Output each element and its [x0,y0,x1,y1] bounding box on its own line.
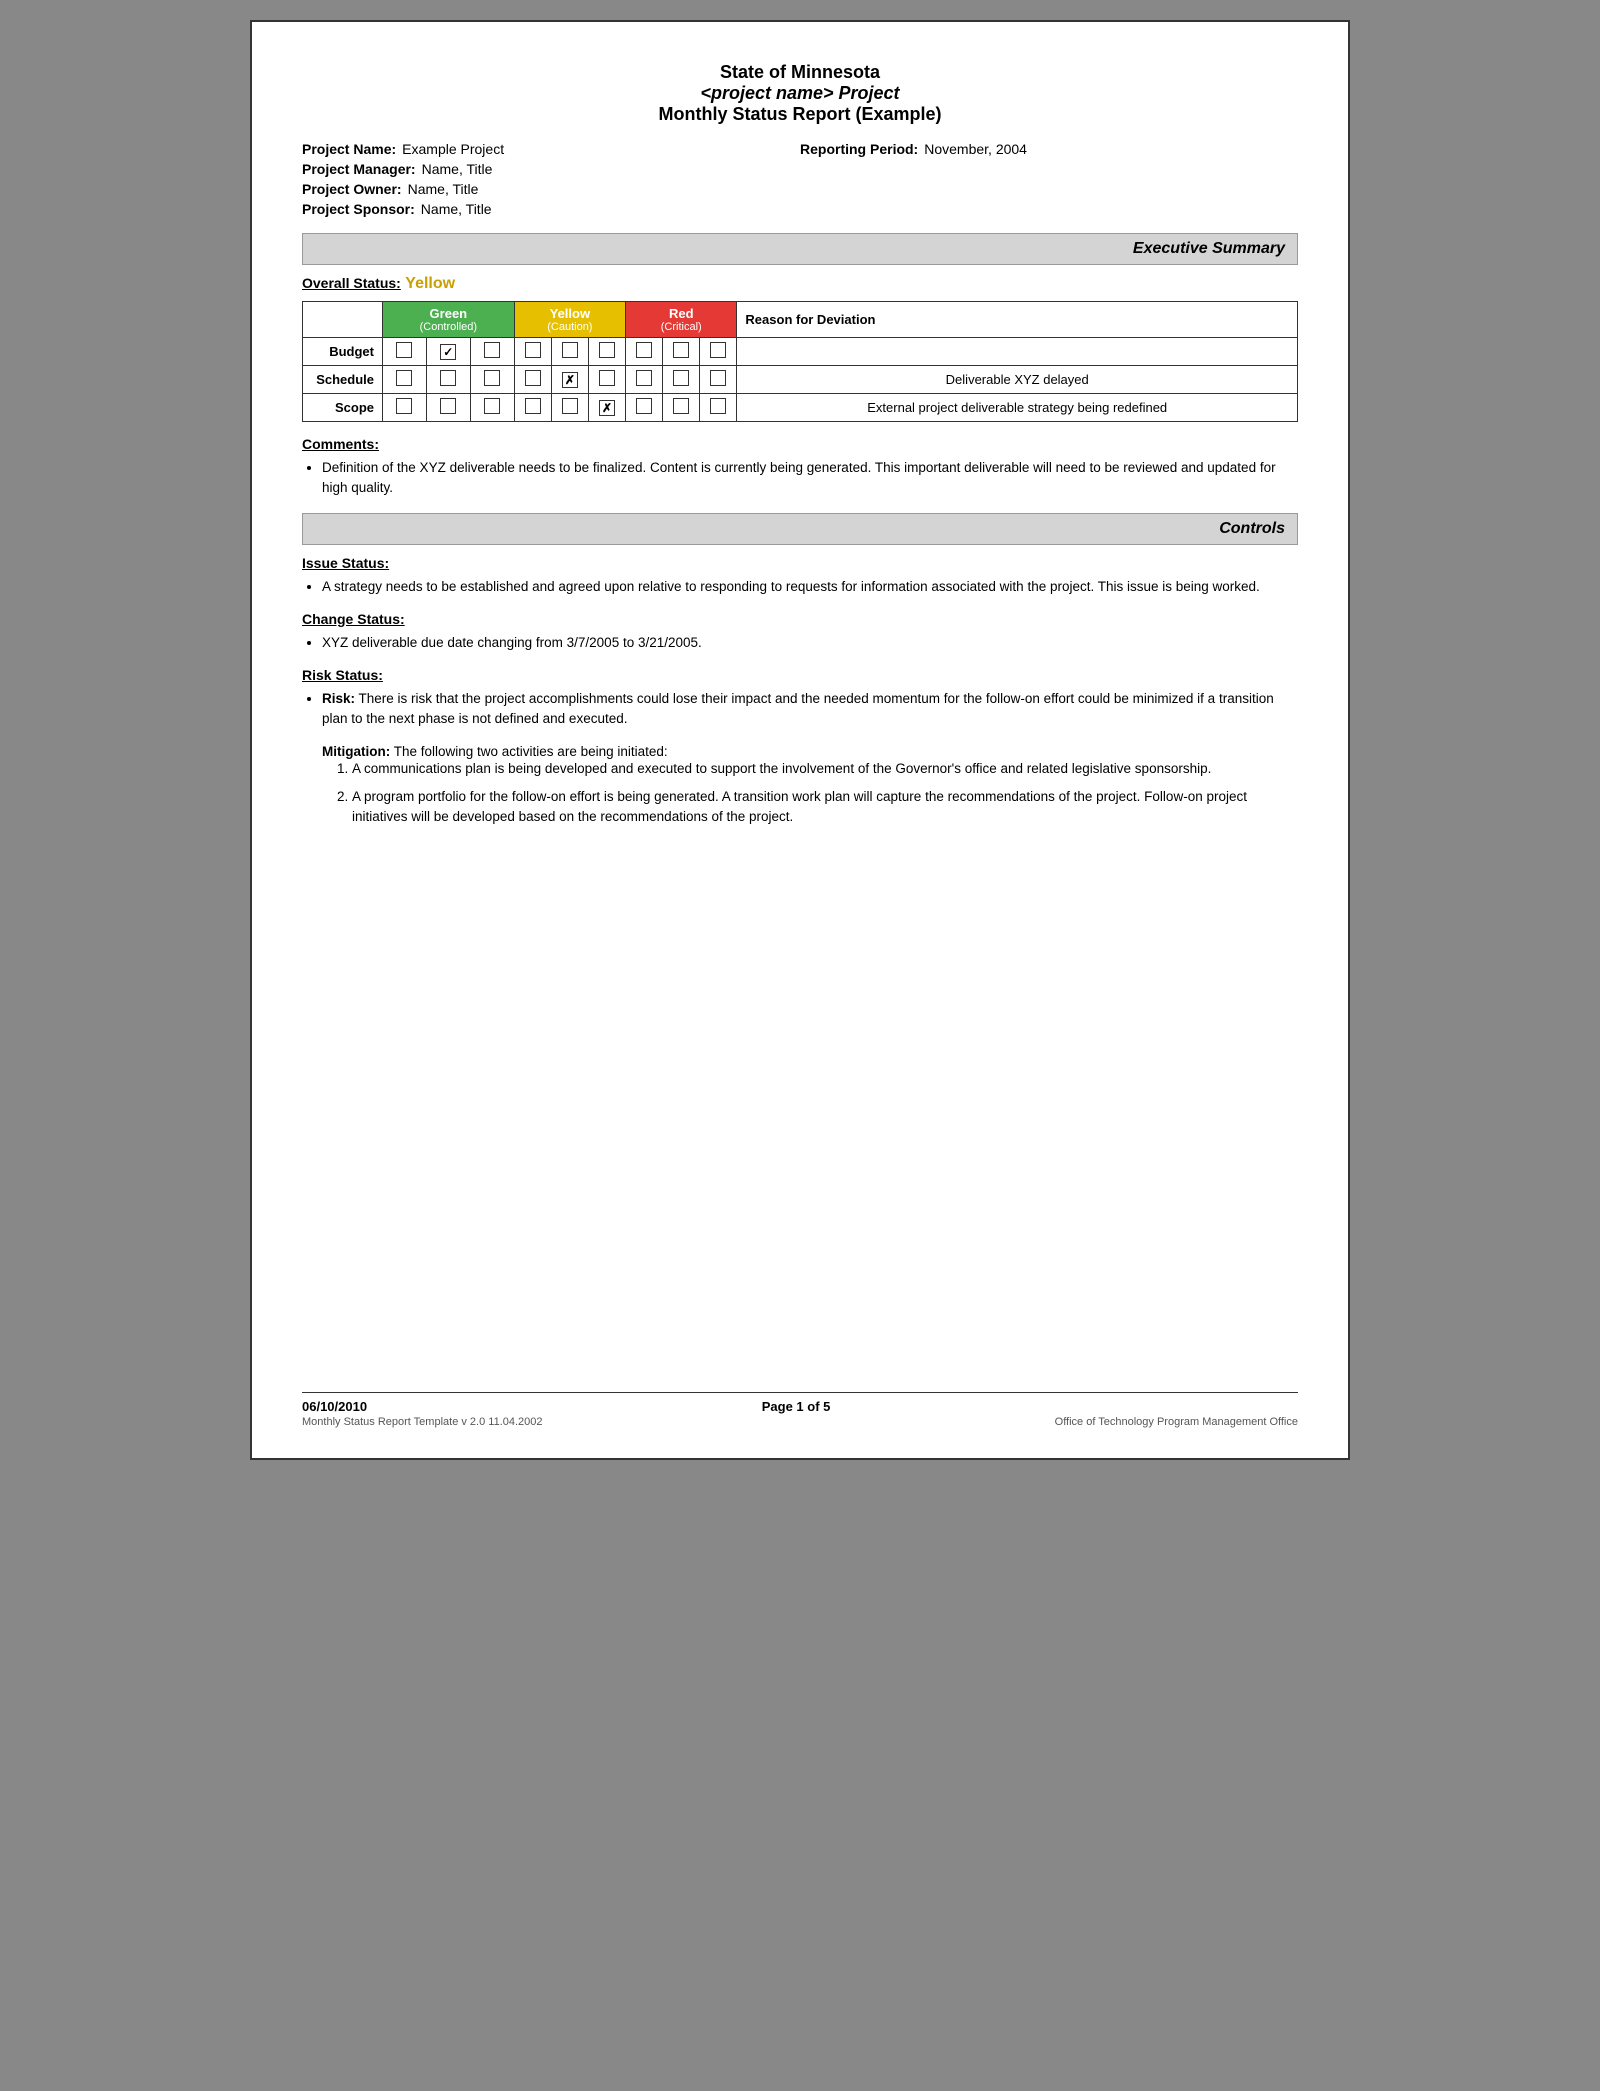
project-manager-row: Project Manager: Name, Title [302,161,800,177]
project-owner-row: Project Owner: Name, Title [302,181,800,197]
yellow-cb-0-0 [514,338,551,366]
mitigation-item: A program portfolio for the follow-on ef… [352,787,1298,828]
risk-status-list: Risk: There is risk that the project acc… [322,689,1298,730]
meta-left: Project Name: Example Project Project Ma… [302,141,800,217]
status-row-label-0: Budget [303,338,383,366]
yellow-cb-1-2 [588,366,625,394]
red-cb-1-2 [700,366,737,394]
reason-0 [737,338,1298,366]
footer-office: Office of Technology Program Management … [1055,1416,1298,1428]
project-owner-value: Name, Title [408,181,479,197]
project-name-row: Project Name: Example Project [302,141,800,157]
executive-summary-header: Executive Summary [302,233,1298,265]
status-row-label-2: Scope [303,394,383,422]
controls-title: Controls [1219,520,1285,537]
red-header: Red (Critical) [626,302,737,338]
green-header: Green (Controlled) [383,302,515,338]
footer-date: 06/10/2010 [302,1399,367,1414]
overall-status-value: Yellow [405,275,455,292]
change-item: XYZ deliverable due date changing from 3… [322,633,1298,653]
project-sponsor-row: Project Sponsor: Name, Title [302,201,800,217]
reporting-period-value: November, 2004 [924,141,1027,157]
change-status-label: Change Status: [302,611,1298,627]
green-cb-1-0 [383,366,427,394]
yellow-cb-1-0 [514,366,551,394]
mitigation-intro: The following two activities are being i… [390,744,667,759]
issue-status-label: Issue Status: [302,555,1298,571]
issue-status-list: A strategy needs to be established and a… [322,577,1298,597]
status-table: Green (Controlled) Yellow (Caution) Red … [302,301,1298,422]
red-cb-2-0 [626,394,663,422]
comment-item: Definition of the XYZ deliverable needs … [322,458,1298,499]
red-cb-2-1 [663,394,700,422]
comments-label: Comments: [302,436,1298,452]
mitigation-bold: Mitigation: [322,744,390,759]
reason-header: Reason for Deviation [737,302,1298,338]
status-row-label-1: Schedule [303,366,383,394]
yellow-cb-2-1 [551,394,588,422]
red-cb-1-0 [626,366,663,394]
yellow-cb-1-1: ✗ [551,366,588,394]
risk-text: There is risk that the project accomplis… [322,691,1274,726]
green-cb-0-1: ✓ [426,338,470,366]
meta-grid: Project Name: Example Project Project Ma… [302,141,1298,217]
reason-2: External project deliverable strategy be… [737,394,1298,422]
overall-status-label: Overall Status: [302,275,401,291]
footer-top: 06/10/2010 Page 1 of 5 placeholder [302,1399,1298,1414]
yellow-header: Yellow (Caution) [514,302,625,338]
risk-bold: Risk: [322,691,355,706]
mitigation-block: Mitigation: The following two activities… [322,744,1298,828]
footer-page: Page 1 of 5 [762,1399,831,1414]
green-cb-2-1 [426,394,470,422]
red-cb-2-2 [700,394,737,422]
green-cb-2-2 [470,394,514,422]
footer-template-note: Monthly Status Report Template v 2.0 11.… [302,1416,543,1428]
green-cb-2-0 [383,394,427,422]
red-cb-0-0 [626,338,663,366]
yellow-cb-0-2 [588,338,625,366]
reporting-period-label: Reporting Period: [800,141,918,157]
project-sponsor-value: Name, Title [421,201,492,217]
project-name-label: Project Name: [302,141,396,157]
project-sponsor-label: Project Sponsor: [302,201,415,217]
mitigation-item: A communications plan is being developed… [352,759,1298,779]
document-header: State of Minnesota <project name> Projec… [302,62,1298,125]
page-container: State of Minnesota <project name> Projec… [250,20,1350,1460]
controls-header: Controls [302,513,1298,545]
issue-item: A strategy needs to be established and a… [322,577,1298,597]
green-cb-1-2 [470,366,514,394]
yellow-cb-0-1 [551,338,588,366]
red-cb-1-1 [663,366,700,394]
title-line1: State of Minnesota [302,62,1298,83]
yellow-cb-2-2: ✗ [588,394,625,422]
overall-status-row: Overall Status: Yellow [302,275,1298,293]
footer: 06/10/2010 Page 1 of 5 placeholder Month… [302,1392,1298,1428]
change-status-list: XYZ deliverable due date changing from 3… [322,633,1298,653]
project-manager-value: Name, Title [422,161,493,177]
title-line3: Monthly Status Report (Example) [302,104,1298,125]
title-line2: <project name> Project [302,83,1298,104]
reporting-period-row: Reporting Period: November, 2004 [800,141,1027,157]
reason-1: Deliverable XYZ delayed [737,366,1298,394]
footer-bottom: Monthly Status Report Template v 2.0 11.… [302,1416,1298,1428]
red-cb-0-1 [663,338,700,366]
green-cb-0-2 [470,338,514,366]
red-cb-0-2 [700,338,737,366]
project-name-value: Example Project [402,141,504,157]
executive-summary-title: Executive Summary [1133,240,1285,257]
project-manager-label: Project Manager: [302,161,416,177]
meta-right: Reporting Period: November, 2004 [800,141,1298,217]
yellow-cb-2-0 [514,394,551,422]
green-cb-0-0 [383,338,427,366]
green-cb-1-1 [426,366,470,394]
risk-status-label: Risk Status: [302,667,1298,683]
mitigation-list: A communications plan is being developed… [352,759,1298,828]
comments-list: Definition of the XYZ deliverable needs … [322,458,1298,499]
risk-item: Risk: There is risk that the project acc… [322,689,1298,730]
project-owner-label: Project Owner: [302,181,402,197]
